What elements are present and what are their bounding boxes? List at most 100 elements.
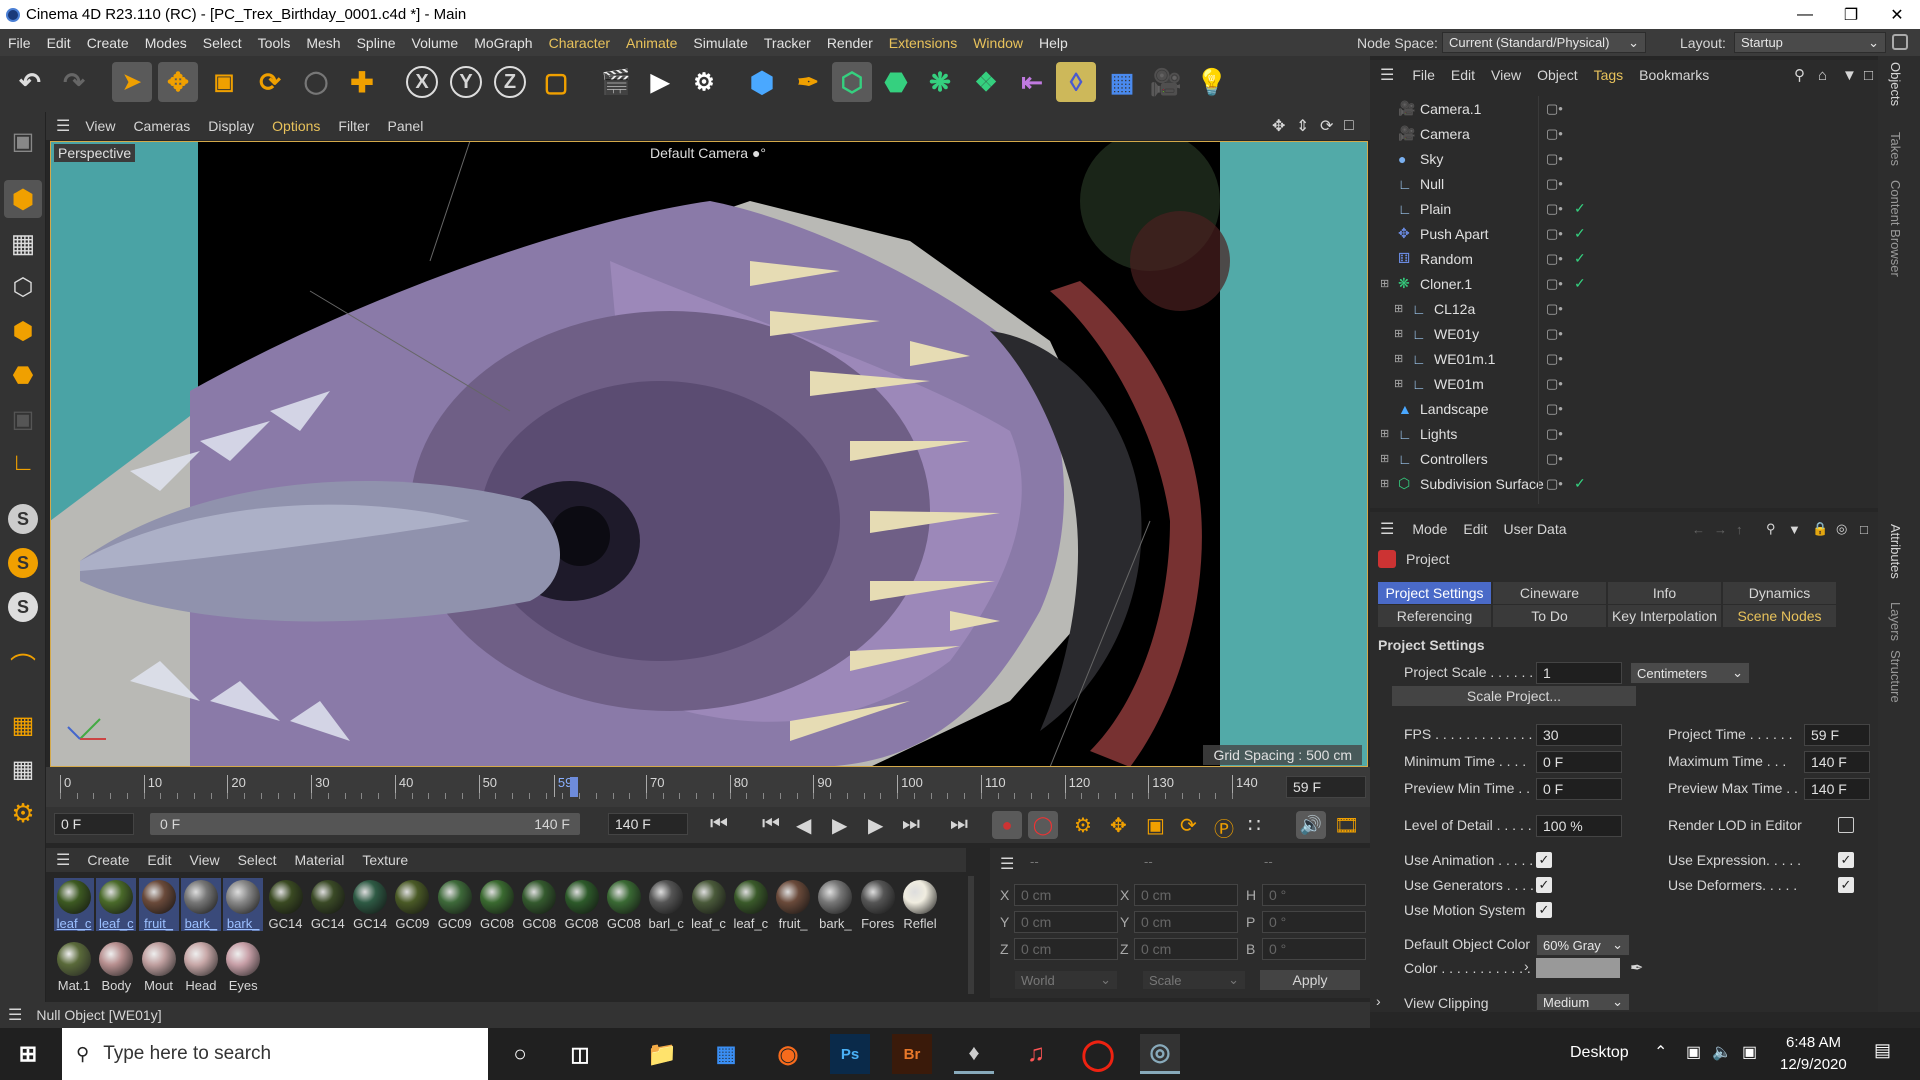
project-time-field[interactable]: 59 F bbox=[1804, 724, 1870, 746]
end-frame-field[interactable]: 140 F bbox=[608, 813, 688, 835]
menu-volume[interactable]: Volume bbox=[404, 35, 467, 51]
chevron-up-icon[interactable]: ⌃ bbox=[1654, 1042, 1667, 1062]
clock-date[interactable]: 12/9/2020 bbox=[1780, 1056, 1847, 1073]
coord-field[interactable]: 0 cm bbox=[1014, 938, 1118, 960]
material-swatch[interactable]: bark_ bbox=[223, 878, 264, 931]
viewport-menu-cameras[interactable]: Cameras bbox=[124, 118, 199, 134]
timeline-ruler[interactable]: 0 10 20 30 40 50 59 70 80 90 100 110 120 130 140 59 F bbox=[46, 767, 1370, 807]
solo-off-icon[interactable]: S bbox=[4, 500, 42, 538]
light-icon[interactable]: 💡 bbox=[1192, 62, 1232, 102]
playhead[interactable] bbox=[570, 777, 578, 797]
visibility-toggle-icon[interactable]: ▢• bbox=[1546, 151, 1563, 167]
magnet-icon[interactable]: ⌒ bbox=[4, 646, 42, 684]
object-row[interactable]: ● Sky ▢• bbox=[1370, 146, 1870, 171]
tab-info[interactable]: Info bbox=[1608, 582, 1721, 604]
taskbar-search[interactable]: ⚲ Type here to search bbox=[62, 1028, 488, 1080]
expand-icon[interactable]: ⊞ bbox=[1394, 352, 1403, 365]
object-row[interactable]: ⊞ ∟ Lights ▢• bbox=[1370, 421, 1870, 446]
subdivision-surface-icon[interactable]: ⬡ bbox=[832, 62, 872, 102]
menu-render[interactable]: Render bbox=[819, 35, 881, 51]
expand-icon[interactable]: ⊞ bbox=[1394, 302, 1403, 315]
tab-key-interpolation[interactable]: Key Interpolation bbox=[1608, 605, 1721, 627]
coord-field[interactable]: 0 ° bbox=[1262, 911, 1366, 933]
menu-animate[interactable]: Animate bbox=[618, 35, 685, 51]
coord-field[interactable]: 0 cm bbox=[1014, 884, 1118, 906]
material-swatch[interactable]: GC09 bbox=[435, 878, 475, 931]
itunes-icon[interactable]: ♫ bbox=[1016, 1034, 1056, 1074]
store-icon[interactable]: ▦ bbox=[706, 1034, 746, 1074]
maximize-view-icon[interactable]: □ bbox=[1344, 117, 1354, 135]
notifications-icon[interactable]: ▤ bbox=[1874, 1040, 1891, 1061]
material-swatch[interactable]: Mout bbox=[139, 940, 179, 993]
lock-icon[interactable]: 🔒 bbox=[1812, 521, 1828, 537]
network-icon[interactable]: ▣ bbox=[1742, 1042, 1757, 1062]
material-swatch[interactable]: leaf_c bbox=[689, 878, 729, 931]
home-icon[interactable]: ⌂ bbox=[1818, 67, 1827, 84]
coord-field[interactable]: 0 cm bbox=[1134, 938, 1238, 960]
material-swatch[interactable]: leaf_c bbox=[731, 878, 771, 931]
rotate-tool-icon[interactable]: ⟳ bbox=[250, 62, 290, 102]
project-scale-unit-select[interactable]: Centimeters ⌄ bbox=[1630, 662, 1750, 684]
menu-select[interactable]: Select bbox=[195, 35, 250, 51]
file-explorer-icon[interactable]: 📁 bbox=[642, 1034, 682, 1074]
visibility-toggle-icon[interactable]: ▢• bbox=[1546, 276, 1563, 292]
enabled-check-icon[interactable]: ✓ bbox=[1574, 250, 1586, 267]
menu-window[interactable]: Window bbox=[965, 35, 1031, 51]
undo-icon[interactable]: ↶ bbox=[10, 62, 50, 102]
viewport-menu-display[interactable]: Display bbox=[199, 118, 263, 134]
tab-attributes[interactable]: Attributes bbox=[1888, 524, 1903, 579]
enabled-check-icon[interactable]: ✓ bbox=[1574, 275, 1586, 292]
menu-character[interactable]: Character bbox=[541, 35, 618, 51]
viewport-menu-view[interactable]: View bbox=[76, 118, 124, 134]
obj-menu-tags[interactable]: Tags bbox=[1586, 67, 1632, 83]
node-space-select[interactable]: Current (Standard/Physical) ⌄ bbox=[1442, 32, 1646, 53]
fps-field[interactable]: 30 bbox=[1536, 724, 1622, 746]
redo-icon[interactable]: ↷ bbox=[54, 62, 94, 102]
viewport-menu-options[interactable]: Options bbox=[263, 118, 329, 134]
autokey-icon[interactable]: ◯ bbox=[1028, 811, 1058, 839]
menu-create[interactable]: Create bbox=[79, 35, 137, 51]
axis-mode-icon[interactable]: ∟ bbox=[4, 444, 42, 482]
texture-mode-icon[interactable]: ▦ bbox=[4, 224, 42, 262]
live-selection-icon[interactable]: ➤ bbox=[112, 62, 152, 102]
use-animation-checkbox[interactable]: ✓ bbox=[1536, 852, 1552, 868]
material-swatch[interactable]: GC14 bbox=[266, 878, 306, 931]
max-time-field[interactable]: 140 F bbox=[1804, 751, 1870, 773]
project-scale-field[interactable]: 1 bbox=[1536, 662, 1622, 684]
menu-tracker[interactable]: Tracker bbox=[756, 35, 819, 51]
menu-extensions[interactable]: Extensions bbox=[881, 35, 965, 51]
expand-icon[interactable]: ⊞ bbox=[1394, 327, 1403, 340]
current-frame-field[interactable]: 59 F bbox=[1286, 776, 1366, 798]
cube-object-icon[interactable]: ⬢ bbox=[742, 62, 782, 102]
go-to-next-key-icon[interactable]: ⏭ bbox=[902, 813, 920, 836]
tab-referencing[interactable]: Referencing bbox=[1378, 605, 1491, 627]
tab-dynamics[interactable]: Dynamics bbox=[1723, 582, 1836, 604]
visibility-toggle-icon[interactable]: ▢• bbox=[1546, 176, 1563, 192]
perspective-viewport[interactable]: Perspective Default Camera ●° Grid Spaci… bbox=[50, 141, 1368, 767]
visibility-toggle-icon[interactable]: ▢• bbox=[1546, 101, 1563, 117]
visibility-toggle-icon[interactable]: ▢• bbox=[1546, 201, 1563, 217]
color-swatch[interactable] bbox=[1536, 958, 1620, 978]
world-select[interactable]: World ⌄ bbox=[1014, 970, 1118, 990]
material-swatch[interactable]: GC08 bbox=[519, 878, 559, 931]
next-frame-icon[interactable]: ▶ bbox=[868, 813, 883, 838]
key-pla-icon[interactable]: ∷ bbox=[1248, 813, 1261, 838]
camera-icon[interactable]: 🎥 bbox=[1146, 62, 1186, 102]
menu-simulate[interactable]: Simulate bbox=[685, 35, 755, 51]
material-menu-texture[interactable]: Texture bbox=[353, 852, 417, 868]
object-row[interactable]: ⊞ ⬡ Subdivision Surface ▢• ✓ bbox=[1370, 471, 1870, 496]
render-settings-icon[interactable]: ⚙ bbox=[684, 62, 724, 102]
z-axis-lock[interactable]: Z bbox=[490, 62, 530, 102]
points-mode-icon[interactable]: ⬡ bbox=[4, 268, 42, 306]
material-swatch[interactable]: leaf_c bbox=[96, 878, 137, 931]
model-mode-icon[interactable]: ⬢ bbox=[4, 180, 42, 218]
visibility-toggle-icon[interactable]: ▢• bbox=[1546, 451, 1563, 467]
y-axis-lock[interactable]: Y bbox=[446, 62, 486, 102]
preview-max-field[interactable]: 140 F bbox=[1804, 778, 1870, 800]
enabled-check-icon[interactable]: ✓ bbox=[1574, 475, 1586, 492]
viewport-menu-filter[interactable]: Filter bbox=[329, 118, 378, 134]
back-icon[interactable]: ← bbox=[1692, 522, 1705, 537]
tab-cineware[interactable]: Cineware bbox=[1493, 582, 1606, 604]
snap-icon[interactable]: ⚙ bbox=[4, 794, 42, 832]
viewport-menu-panel[interactable]: Panel bbox=[379, 118, 433, 134]
